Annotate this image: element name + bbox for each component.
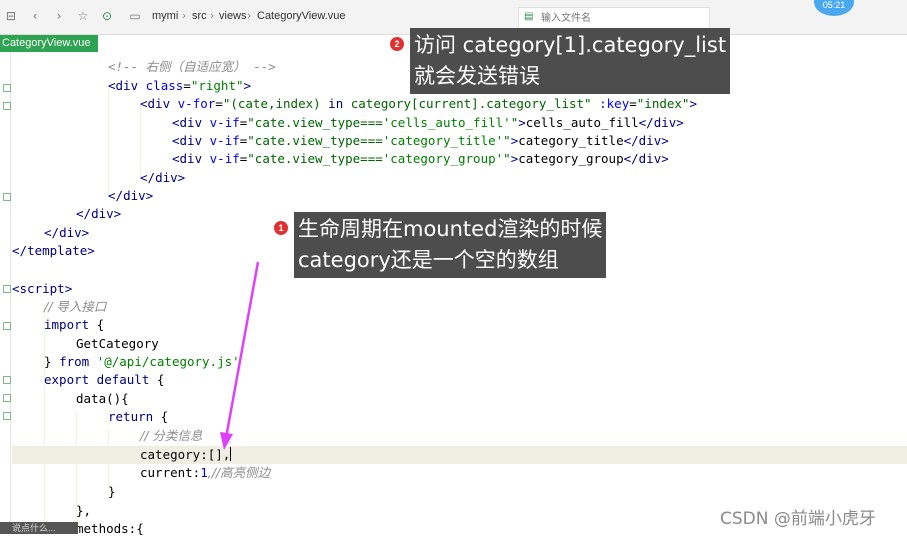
arrow-head-icon: [220, 432, 233, 450]
annotation-2-box: 访问 category[1].category_list 就会发送错误: [410, 28, 731, 94]
annotation-1-badge: 1: [274, 221, 288, 235]
watermark: CSDN @前端小虎牙: [720, 509, 876, 529]
annotation-2-badge: 2: [390, 37, 404, 51]
annotation-1-box: 生命周期在mounted渲染的时候 category还是一个空的数组: [294, 212, 607, 278]
bottom-comment-tab[interactable]: 说点什么...: [0, 522, 78, 534]
arrow-shaft: [224, 261, 260, 439]
